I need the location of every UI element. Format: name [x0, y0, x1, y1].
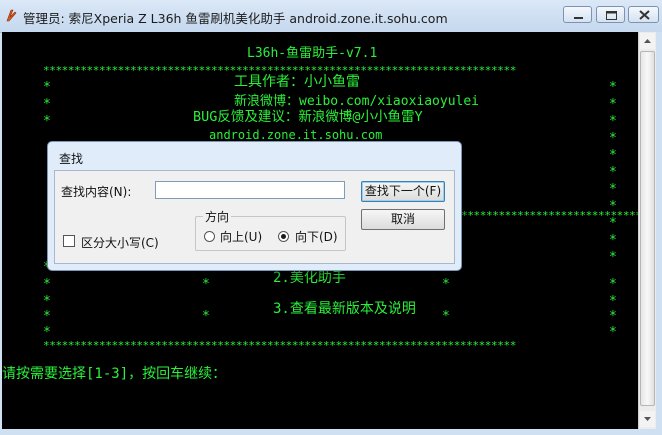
star-right: *: [609, 182, 617, 197]
window-frame-right: [656, 32, 662, 435]
star-right: *: [609, 114, 617, 129]
author-line: 工具作者：小小鱼雷: [234, 74, 360, 90]
minimize-button[interactable]: [563, 6, 592, 23]
window-title: 管理员: 索尼Xperia Z L36h 鱼雷刷机美化助手 android.zo…: [23, 11, 448, 26]
star-right: *: [609, 309, 617, 324]
close-button[interactable]: [628, 6, 659, 23]
scroll-down-icon: [644, 417, 651, 421]
direction-up-label[interactable]: 向上(U): [220, 228, 262, 245]
star-right: *: [609, 148, 617, 163]
direction-group-label: 方向: [203, 208, 232, 225]
scroll-up-icon: [644, 39, 651, 43]
app-icon: [4, 8, 19, 23]
maximize-icon: [606, 11, 617, 20]
star-border-bottom: ****************************************…: [43, 339, 516, 352]
weibo-line: 新浪微博：weibo.com/xiaoxiaoyulei: [234, 94, 480, 109]
star-inner: *: [202, 277, 210, 292]
direction-up-radio[interactable]: [204, 231, 215, 242]
star-right: *: [609, 325, 617, 340]
input-prompt: 请按需要选择[1-3]，按回车继续：: [2, 366, 227, 382]
cancel-button[interactable]: 取消: [361, 209, 445, 230]
star-right: *: [609, 80, 617, 95]
vertical-scrollbar[interactable]: [638, 32, 656, 429]
star-left: *: [43, 309, 51, 324]
find-dialog-title: 查找: [59, 152, 84, 166]
close-icon: [639, 10, 650, 20]
star-left: *: [43, 277, 51, 292]
star-left: *: [43, 294, 51, 309]
radio-selected-dot: [281, 234, 286, 239]
star-right: *: [609, 294, 617, 309]
direction-down-label[interactable]: 向下(D): [295, 228, 338, 245]
star-inner: *: [202, 309, 210, 324]
star-right: *: [609, 97, 617, 112]
title-bar[interactable]: 管理员: 索尼Xperia Z L36h 鱼雷刷机美化助手 android.zo…: [0, 0, 662, 33]
match-case-checkbox[interactable]: [63, 235, 75, 247]
star-left: *: [43, 114, 51, 129]
scroll-thumb[interactable]: [640, 51, 655, 406]
find-what-label: 查找内容(N):: [61, 185, 132, 199]
star-left: *: [43, 80, 51, 95]
menu-item-2: 2.美化助手: [273, 270, 346, 286]
menu-item-3: 3.查看最新版本及说明: [273, 301, 416, 317]
find-dialog[interactable]: 查找 查找内容(N): 查找下一个(F) 取消 区分大小写(C) 方向 向上(U…: [47, 141, 462, 271]
star-right: *: [609, 131, 617, 146]
star-right: *: [609, 165, 617, 180]
match-case-label[interactable]: 区分大小写(C): [81, 234, 159, 251]
scroll-up-button[interactable]: [640, 33, 655, 49]
find-what-input[interactable]: [155, 181, 345, 199]
scroll-down-button[interactable]: [640, 411, 655, 427]
direction-down-radio[interactable]: [278, 231, 289, 242]
star-right: *: [609, 277, 617, 292]
star-right: *: [609, 233, 617, 248]
maximize-button[interactable]: [596, 6, 625, 23]
star-left: *: [43, 97, 51, 112]
star-inner: *: [442, 309, 450, 324]
star-inner: *: [442, 277, 450, 292]
header-title: L36h-鱼雷助手-v7.1: [247, 46, 378, 61]
find-dialog-body: 查找内容(N): 查找下一个(F) 取消 区分大小写(C) 方向 向上(U) 向…: [54, 170, 455, 264]
minimize-icon: [574, 17, 583, 19]
window-frame-bottom: [0, 429, 662, 435]
find-next-button[interactable]: 查找下一个(F): [361, 181, 445, 202]
bug-report-line: BUG反馈及建议：新浪微博@小小鱼雷Y: [193, 109, 423, 125]
star-right: *: [609, 250, 617, 265]
